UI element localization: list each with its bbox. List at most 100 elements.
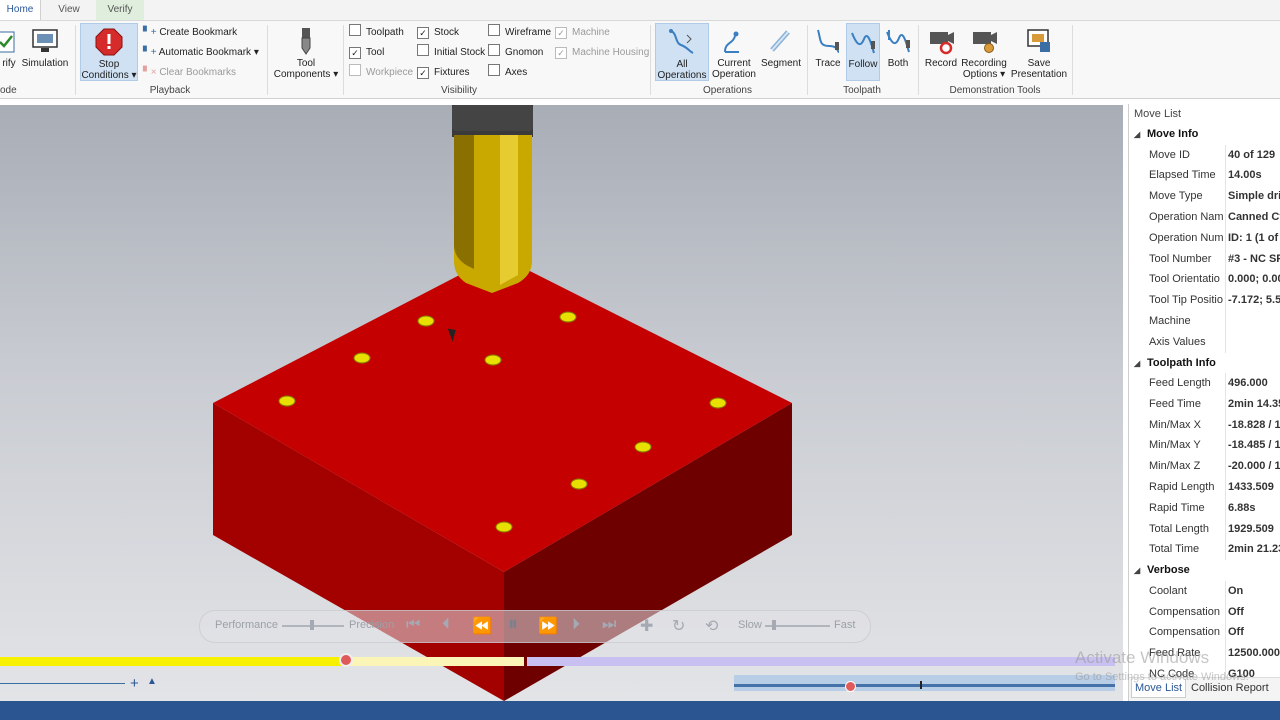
reset-icon[interactable]: ⟲ xyxy=(705,616,718,636)
property-value: Off xyxy=(1228,605,1244,618)
collapse-triangle-icon[interactable]: ◢ xyxy=(1134,124,1140,145)
initial-stock-checkbox[interactable]: Initial Stock xyxy=(417,44,485,62)
property-row[interactable]: Rapid Time 6.88s xyxy=(1129,497,1280,519)
property-key: Min/Max X xyxy=(1149,418,1201,431)
bookmark-add-icon: ▘+ xyxy=(143,27,157,38)
progress-track[interactable] xyxy=(0,653,1115,667)
pause-icon[interactable]: ⏸ xyxy=(508,613,518,636)
property-value: 2min 14.35 xyxy=(1228,397,1280,410)
tool-components-button[interactable]: Tool Components ▾ xyxy=(272,23,340,81)
bookmark-auto-icon: ▘+ xyxy=(143,47,157,58)
follow-button[interactable]: Follow xyxy=(846,23,880,81)
property-key: Move ID xyxy=(1149,148,1190,161)
property-row[interactable]: Compensation Off xyxy=(1129,622,1280,644)
zoom-in-icon[interactable]: + xyxy=(130,675,139,692)
bookmark-icon[interactable]: ✚ xyxy=(640,616,653,636)
property-row[interactable]: Elapsed Time 14.00s xyxy=(1129,165,1280,187)
property-row[interactable]: Min/Max X -18.828 / 1 xyxy=(1129,414,1280,436)
wireframe-checkbox[interactable]: Wireframe xyxy=(488,24,551,42)
speed-slider-thumb[interactable] xyxy=(772,620,776,630)
property-row[interactable]: Tool Tip Positio -7.172; 5.5 xyxy=(1129,290,1280,312)
machine-housing-checkbox[interactable]: ✓ Machine Housing xyxy=(555,44,649,62)
property-row[interactable]: Total Length 1929.509 xyxy=(1129,518,1280,540)
drill-hole xyxy=(417,315,435,327)
automatic-bookmark-button[interactable]: ▘+ Automatic Bookmark ▾ xyxy=(143,44,259,62)
axes-checkbox[interactable]: Axes xyxy=(488,64,527,82)
column-divider xyxy=(1225,373,1226,394)
property-row[interactable]: Operation Nam Canned Cy xyxy=(1129,206,1280,228)
save-presentation-button[interactable]: Save Presentation xyxy=(1010,23,1068,81)
step-back-icon[interactable]: ⏴ xyxy=(442,616,450,634)
gnomon-checkbox[interactable]: Gnomon xyxy=(488,44,543,62)
skip-to-start-icon[interactable]: ⏮ xyxy=(406,616,420,634)
trace-button[interactable]: Trace xyxy=(811,23,845,81)
property-row[interactable]: Tool Orientatio 0.000; 0.00 xyxy=(1129,269,1280,291)
status-bar xyxy=(0,701,1280,720)
current-operation-button[interactable]: Current Operation xyxy=(711,23,757,81)
dropdown-arrow-icon: ▾ xyxy=(997,69,1006,80)
toolpath-current-icon xyxy=(724,31,739,53)
mini-timeline-handle[interactable] xyxy=(845,681,856,692)
both-button[interactable]: Both xyxy=(881,23,915,81)
property-row[interactable]: Feed Length 496.000 xyxy=(1129,373,1280,394)
property-key: Move Type xyxy=(1149,190,1203,203)
section-header[interactable]: ◢ Toolpath Info xyxy=(1129,353,1280,374)
property-row[interactable]: Coolant On xyxy=(1129,580,1280,602)
segment-icon xyxy=(770,30,790,52)
create-bookmark-button[interactable]: ▘+ Create Bookmark xyxy=(143,24,237,42)
collapse-triangle-icon[interactable]: ◢ xyxy=(1134,353,1140,374)
precision-slider-thumb[interactable] xyxy=(310,620,314,630)
property-row[interactable]: Min/Max Y -18.485 / 1 xyxy=(1129,435,1280,457)
skip-to-end-icon[interactable]: ⏭ xyxy=(602,616,616,634)
tool-checkbox[interactable]: ✓ Tool xyxy=(349,44,384,62)
property-row[interactable]: Total Time 2min 21.23 xyxy=(1129,539,1280,561)
record-camera-icon xyxy=(930,32,954,55)
collapse-triangle-icon[interactable]: ◢ xyxy=(1134,560,1140,581)
property-key: Rapid Time xyxy=(1149,501,1205,514)
property-row[interactable]: Tool Number #3 - NC SP xyxy=(1129,248,1280,270)
property-row[interactable]: Min/Max Z -20.000 / 1 xyxy=(1129,456,1280,478)
separator xyxy=(918,25,919,95)
property-key: Compensation xyxy=(1149,605,1220,618)
stock-checkbox[interactable]: ✓ Stock xyxy=(417,24,459,42)
simulation-button[interactable]: Simulation xyxy=(20,23,70,81)
tab-home[interactable]: Home xyxy=(0,0,41,20)
verify-button[interactable]: rify xyxy=(0,23,18,81)
expand-up-icon[interactable]: ▲ xyxy=(147,676,157,687)
segment-button[interactable]: Segment xyxy=(758,23,804,81)
recording-options-button[interactable]: Recording Options ▾ xyxy=(960,23,1008,81)
section-header[interactable]: ◢ Verbose xyxy=(1129,560,1280,581)
property-row[interactable]: Move ID 40 of 129 xyxy=(1129,144,1280,166)
property-row[interactable]: Machine xyxy=(1129,310,1280,332)
tab-view[interactable]: View xyxy=(48,0,90,20)
loop-icon[interactable]: ↻ xyxy=(672,616,685,636)
section-header[interactable]: ◢ Move Info xyxy=(1129,124,1280,145)
stop-conditions-button[interactable]: Stop Conditions ▾ xyxy=(80,23,138,81)
fast-forward-icon[interactable]: ⏩ xyxy=(538,616,558,636)
clear-bookmarks-button[interactable]: ▘× Clear Bookmarks xyxy=(143,64,236,82)
record-button[interactable]: Record xyxy=(922,23,960,81)
fixtures-checkbox[interactable]: ✓ Fixtures xyxy=(417,64,470,82)
rewind-icon[interactable]: ⏪ xyxy=(472,616,492,636)
property-key: Min/Max Y xyxy=(1149,439,1201,452)
machine-checkbox[interactable]: ✓ Machine xyxy=(555,24,610,42)
property-row[interactable]: Axis Values xyxy=(1129,331,1280,353)
column-divider xyxy=(1225,269,1226,291)
property-row[interactable]: Feed Time 2min 14.35 xyxy=(1129,393,1280,415)
activation-watermark-title: Activate Windows xyxy=(1075,648,1210,667)
progress-buffer xyxy=(346,657,524,666)
zoom-track[interactable] xyxy=(0,683,125,684)
step-forward-icon[interactable]: ⏵ xyxy=(572,616,580,634)
property-row[interactable]: Operation Num ID: 1 (1 of xyxy=(1129,227,1280,249)
property-row[interactable]: Move Type Simple dri xyxy=(1129,186,1280,208)
column-divider xyxy=(1225,601,1226,623)
tab-verify[interactable]: Verify xyxy=(96,0,144,20)
mini-timeline[interactable] xyxy=(734,675,1115,692)
slow-label: Slow xyxy=(738,619,762,631)
progress-handle[interactable] xyxy=(339,653,353,667)
workpiece-checkbox[interactable]: Workpiece xyxy=(349,64,413,82)
property-row[interactable]: Rapid Length 1433.509 xyxy=(1129,477,1280,498)
toolpath-checkbox[interactable]: Toolpath xyxy=(349,24,404,42)
property-row[interactable]: Compensation Off xyxy=(1129,601,1280,623)
all-operations-button[interactable]: All Operations xyxy=(655,23,709,81)
